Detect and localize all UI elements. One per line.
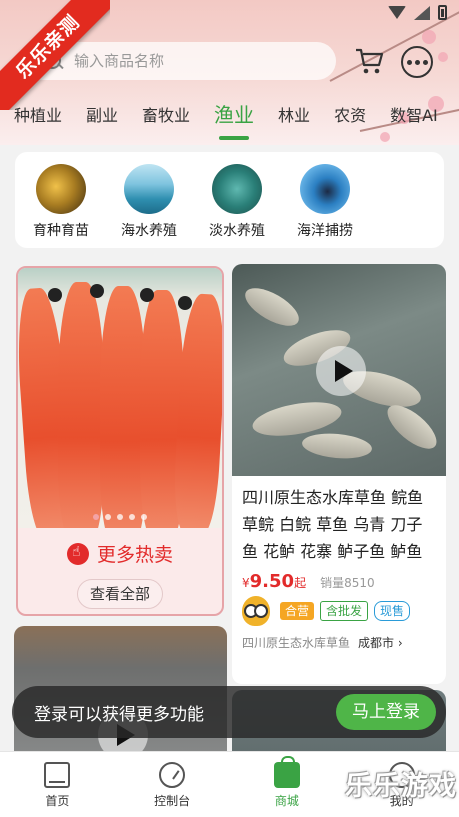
seawater-farming-image: [124, 164, 174, 214]
carousel-dots: [18, 514, 222, 520]
nav-mall[interactable]: 商城: [230, 752, 345, 817]
tab-livestock[interactable]: 畜牧业: [142, 100, 190, 132]
blossom: [380, 132, 390, 142]
nav-dashboard[interactable]: 控制台: [115, 752, 230, 817]
dashboard-icon: [159, 762, 186, 788]
category-breeding[interactable]: 育种育苗: [17, 164, 105, 248]
owl-mascot-icon: [242, 596, 270, 626]
tab-forestry[interactable]: 林业: [278, 100, 310, 132]
tag-joint-operation: 合营: [280, 602, 315, 620]
nav-label: 首页: [45, 794, 70, 808]
shrimp-image: [18, 268, 222, 528]
tab-fishery[interactable]: 渔业: [214, 100, 255, 140]
wifi-icon: [388, 6, 406, 19]
price-value: 9.50: [249, 571, 295, 592]
nav-label: 商城: [274, 794, 299, 808]
battery-icon: [438, 5, 447, 20]
thumbs-up-icon: [66, 542, 89, 565]
category-label: 海水养殖: [121, 223, 177, 239]
category-label: 育种育苗: [33, 223, 89, 239]
hot-sale-title: 更多热卖: [18, 540, 222, 567]
product-card[interactable]: 四川原生态水库草鱼 鲩鱼 草鲩 白鲩 草鱼 乌青 刀子鱼 花鲈 花寨 鲈子鱼 鲈…: [232, 264, 446, 684]
ocean-fishing-image: [300, 164, 350, 214]
login-banner: 登录可以获得更多功能 马上登录: [12, 686, 446, 738]
freshwater-farming-image: [212, 164, 262, 214]
category-label: 海洋捕捞: [297, 223, 353, 239]
category-label: 淡水养殖: [209, 223, 265, 239]
category-ocean-fishing[interactable]: 海洋捕捞: [281, 164, 369, 248]
shop-row[interactable]: 四川原生态水库草鱼 成都市 ›: [232, 626, 446, 651]
blossom: [422, 30, 436, 44]
sales-count: 销量8510: [320, 576, 375, 590]
shop-city: 成都市 ›: [358, 636, 403, 650]
more-icon[interactable]: [401, 46, 433, 78]
tags-row: 合营 含批发 现售: [232, 592, 446, 626]
cart-icon[interactable]: [354, 46, 384, 76]
product-title: 四川原生态水库草鱼 鲩鱼 草鲩 白鲩 草鱼 乌青 刀子鱼 花鲈 花寨 鲈子鱼 鲈…: [242, 488, 424, 561]
nav-home[interactable]: 首页: [0, 752, 115, 817]
tab-smart-ai[interactable]: 数智AI: [390, 100, 438, 132]
ribbon-badge: 乐乐亲测: [0, 0, 110, 110]
tag-in-stock: 现售: [374, 601, 411, 621]
home-icon: [44, 762, 71, 788]
price-symbol: ¥: [242, 576, 250, 590]
category-freshwater-farming[interactable]: 淡水养殖: [193, 164, 281, 248]
search-input[interactable]: [74, 52, 314, 70]
watermark-logo: 乐乐游戏: [345, 771, 457, 802]
ribbon-label: 乐乐亲测: [0, 0, 110, 110]
tag-wholesale: 含批发: [320, 601, 369, 621]
view-all-button[interactable]: 查看全部: [77, 579, 163, 609]
price-row: ¥ 9.50 起 销量8510: [232, 565, 446, 592]
hot-sale-card[interactable]: 更多热卖 查看全部: [16, 266, 224, 616]
login-button[interactable]: 马上登录: [336, 694, 436, 730]
login-prompt-text: 登录可以获得更多功能: [34, 704, 204, 725]
nav-label: 控制台: [154, 794, 191, 808]
shopping-bag-icon: [273, 756, 300, 788]
hot-sale-text: 更多热卖: [96, 544, 173, 566]
category-seawater-farming[interactable]: 海水养殖: [105, 164, 193, 248]
blossom: [438, 52, 448, 62]
product-image: [232, 264, 446, 476]
tab-fishery-label: 渔业: [214, 103, 255, 127]
price-suffix: 起: [294, 576, 307, 590]
play-video-button[interactable]: [316, 346, 366, 396]
signal-icon: [414, 5, 430, 20]
breeding-image: [36, 164, 86, 214]
tab-agri-supplies[interactable]: 农资: [334, 100, 366, 132]
tab-indicator: [219, 136, 250, 140]
subcategory-card: 育种育苗 海水养殖 淡水养殖 海洋捕捞: [15, 152, 444, 248]
shop-name: 四川原生态水库草鱼: [242, 636, 351, 650]
